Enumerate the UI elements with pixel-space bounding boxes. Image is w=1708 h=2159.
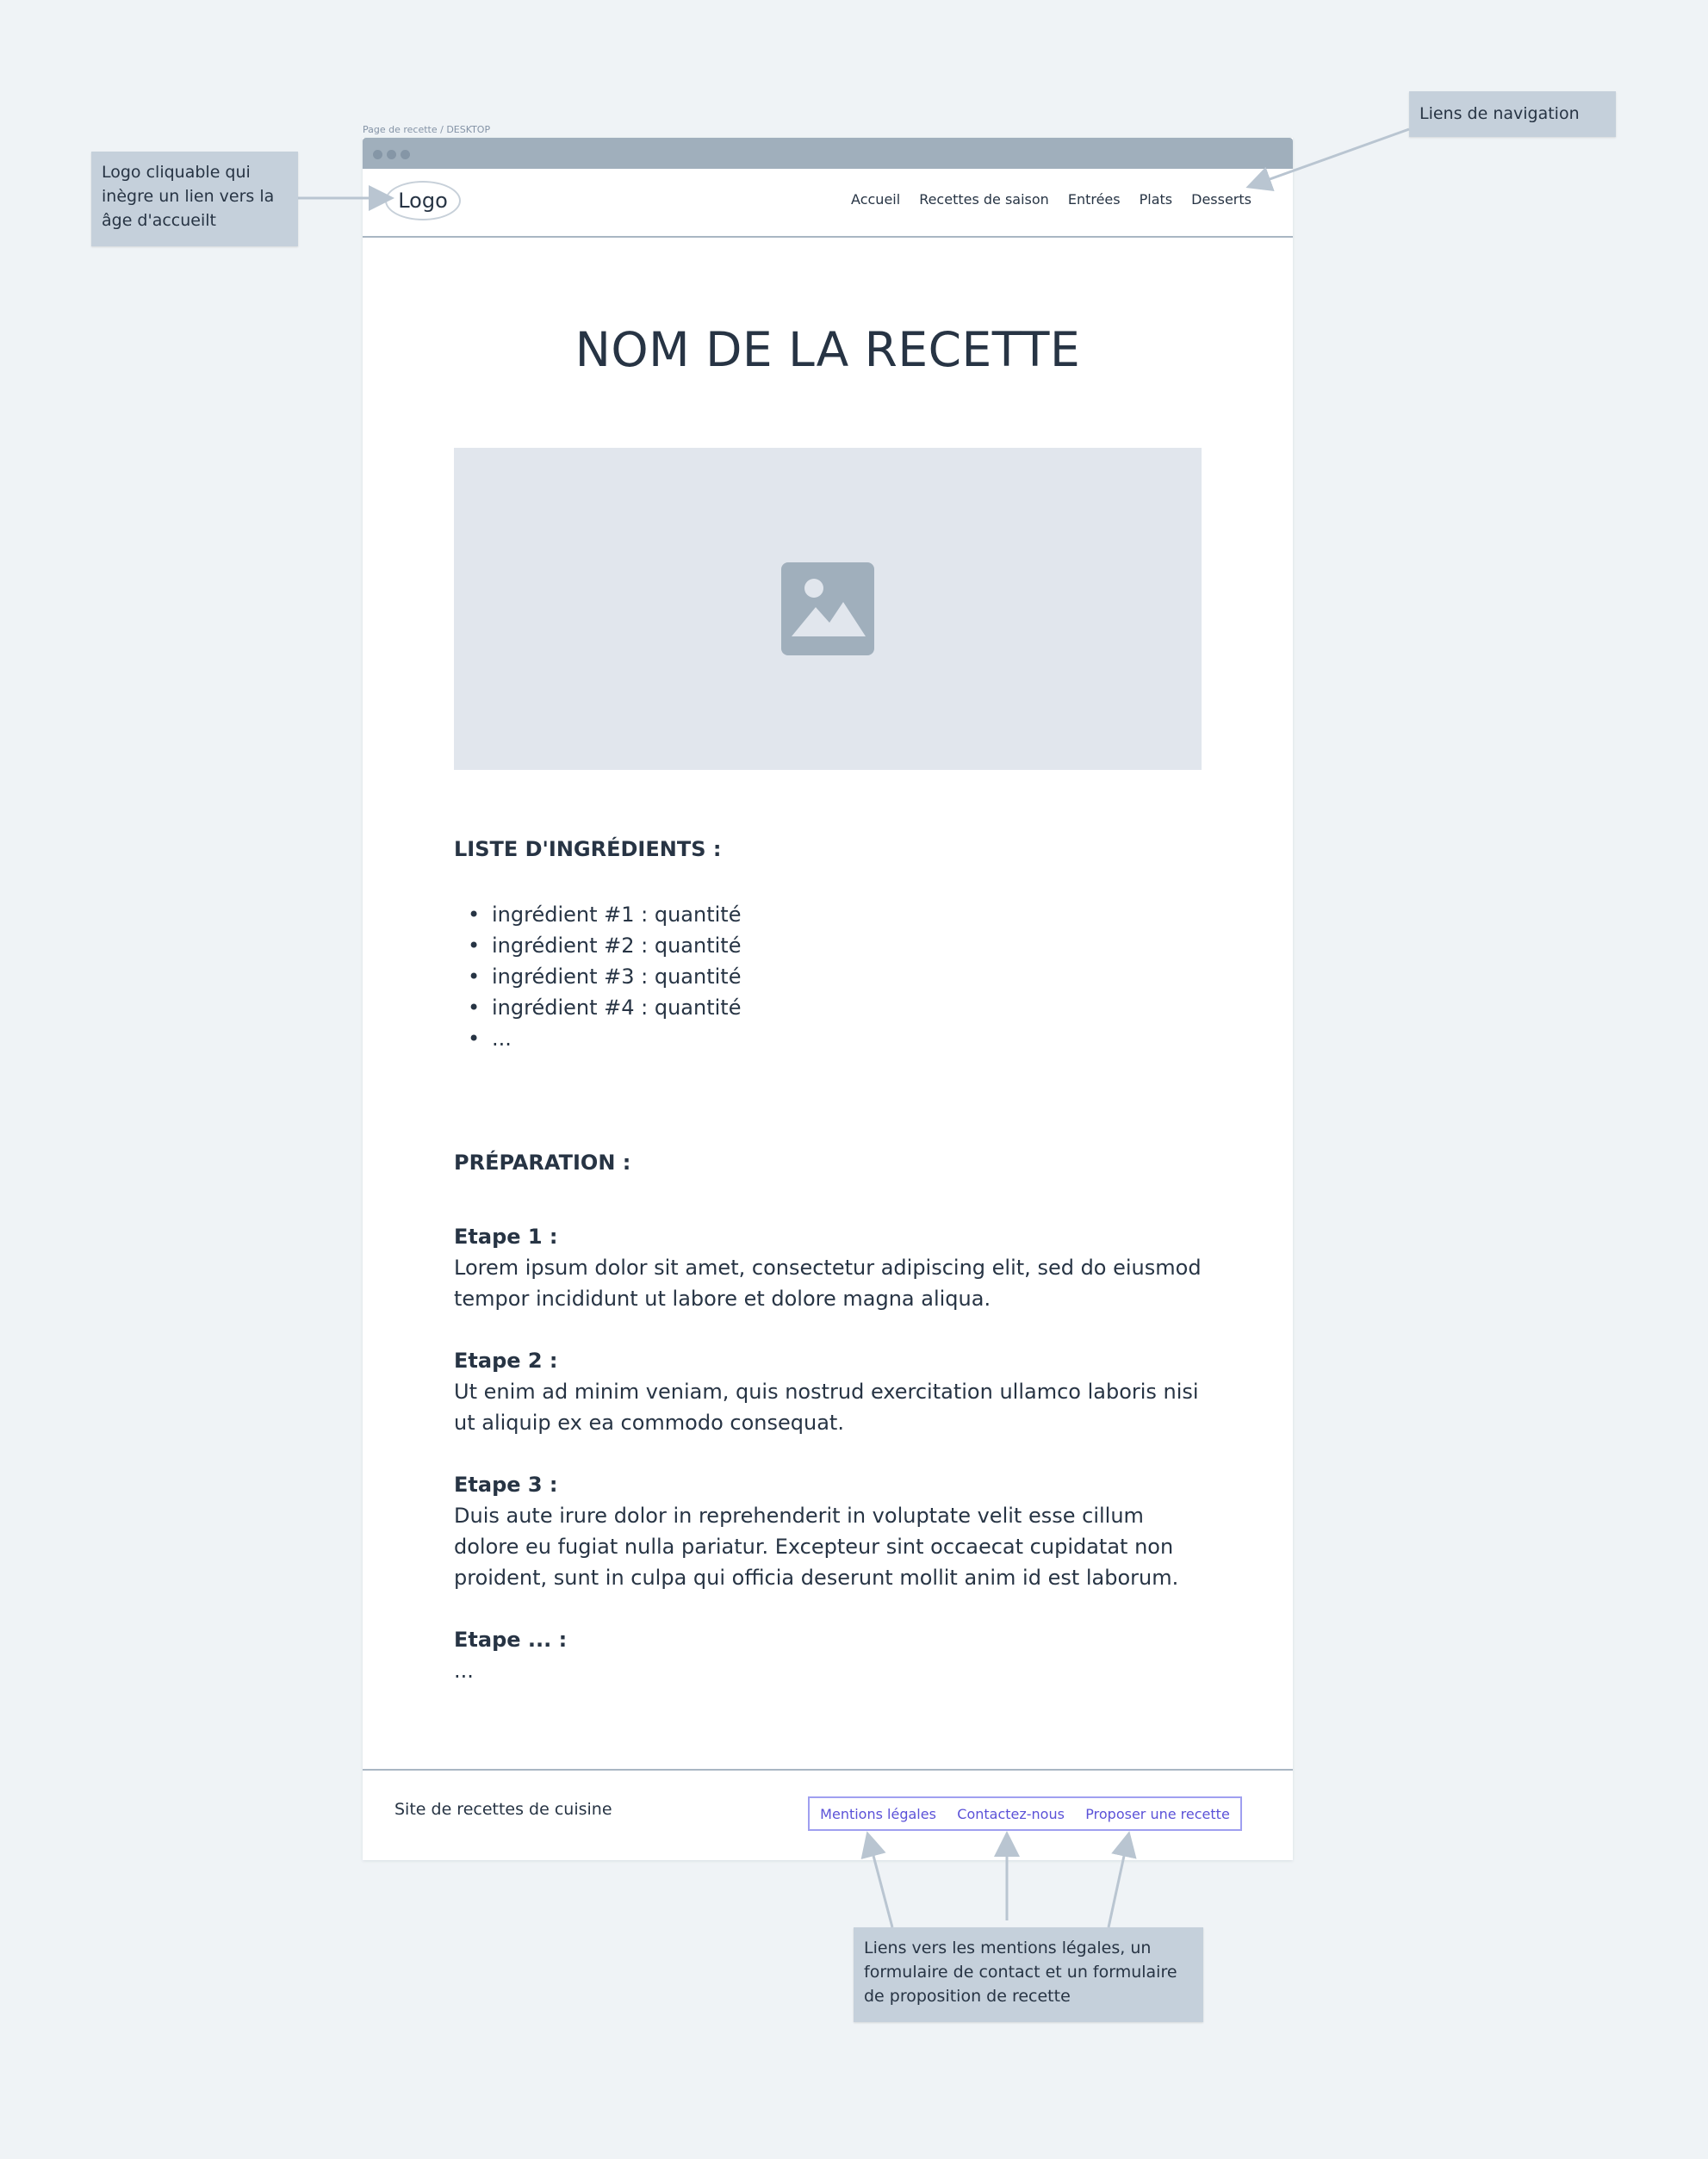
window-dot-icon: [373, 150, 382, 159]
footer-divider: [363, 1769, 1293, 1771]
step-text: Lorem ipsum dolor sit amet, consectetur …: [454, 1256, 1202, 1311]
annotation-footer: Liens vers les mentions légales, un form…: [854, 1927, 1203, 2022]
list-item: ingrédient #1 : quantité: [454, 899, 741, 930]
browser-bar: [363, 138, 1293, 169]
list-item: ...: [454, 1023, 741, 1054]
nav-link-accueil[interactable]: Accueil: [851, 191, 900, 208]
step: Etape 3 : Duis aute irure dolor in repre…: [454, 1469, 1212, 1593]
footer-links: Mentions légales Contactez-nous Proposer…: [808, 1796, 1242, 1831]
nav-link-plats[interactable]: Plats: [1140, 191, 1173, 208]
step: Etape 1 : Lorem ipsum dolor sit amet, co…: [454, 1221, 1212, 1314]
desktop-frame: Logo Accueil Recettes de saison Entrées …: [363, 138, 1293, 1860]
nav-link-recettes-de-saison[interactable]: Recettes de saison: [919, 191, 1049, 208]
window-dot-icon: [401, 150, 410, 159]
image-placeholder-icon: [781, 562, 874, 655]
step: Etape ... : ...: [454, 1624, 1212, 1686]
footer-site-name: Site de recettes de cuisine: [394, 1800, 612, 1819]
annotation-logo: Logo cliquable qui inègre un lien vers l…: [91, 152, 298, 246]
step-title: Etape ... :: [454, 1628, 568, 1652]
ingredients-list: ingrédient #1 : quantité ingrédient #2 :…: [454, 899, 741, 1054]
step: Etape 2 : Ut enim ad minim veniam, quis …: [454, 1345, 1212, 1438]
nav-link-entrees[interactable]: Entrées: [1068, 191, 1121, 208]
footer-link-contact[interactable]: Contactez-nous: [957, 1806, 1065, 1822]
main-nav: Accueil Recettes de saison Entrées Plats…: [851, 191, 1251, 208]
list-item: ingrédient #3 : quantité: [454, 961, 741, 992]
step-text: Duis aute irure dolor in reprehenderit i…: [454, 1504, 1179, 1590]
step-title: Etape 1 :: [454, 1225, 558, 1249]
recipe-title: NOM DE LA RECETTE: [575, 322, 1081, 377]
site-header: Logo Accueil Recettes de saison Entrées …: [363, 169, 1293, 238]
step-text: ...: [454, 1659, 474, 1683]
frame-label: Page de recette / DESKTOP: [363, 124, 491, 135]
ingredients-heading: LISTE D'INGRÉDIENTS :: [454, 837, 722, 861]
step-title: Etape 3 :: [454, 1473, 558, 1497]
logo[interactable]: Logo: [385, 181, 461, 220]
footer-link-proposer-recette[interactable]: Proposer une recette: [1085, 1806, 1229, 1822]
window-dot-icon: [387, 150, 396, 159]
step-title: Etape 2 :: [454, 1349, 558, 1373]
preparation-steps: Etape 1 : Lorem ipsum dolor sit amet, co…: [454, 1221, 1212, 1717]
recipe-image-placeholder: [454, 448, 1202, 770]
list-item: ingrédient #2 : quantité: [454, 930, 741, 961]
nav-link-desserts[interactable]: Desserts: [1191, 191, 1251, 208]
step-text: Ut enim ad minim veniam, quis nostrud ex…: [454, 1380, 1199, 1435]
preparation-heading: PRÉPARATION :: [454, 1151, 631, 1175]
list-item: ingrédient #4 : quantité: [454, 992, 741, 1023]
footer-link-mentions-legales[interactable]: Mentions légales: [820, 1806, 936, 1822]
annotation-navigation: Liens de navigation: [1409, 91, 1616, 137]
